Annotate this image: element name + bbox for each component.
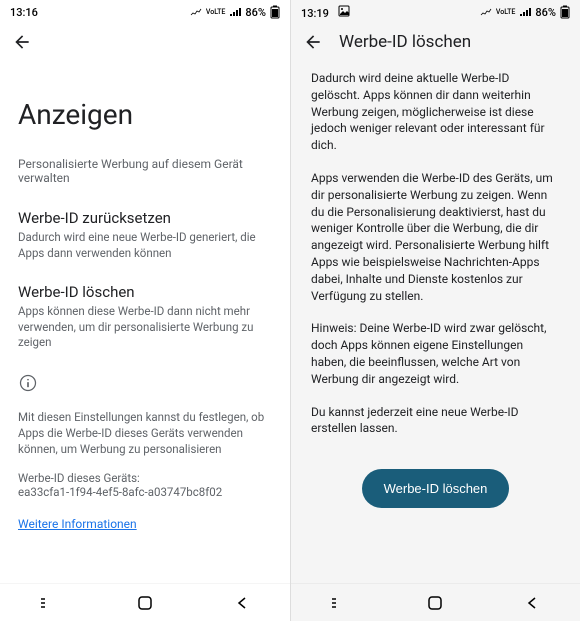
page-content: Dadurch wird deine aktuelle Werbe-ID gel… <box>291 60 580 583</box>
device-id-value: ea33cfa1-1f94-4ef5-8afc-a03747bc8f02 <box>18 485 272 499</box>
page-title: Anzeigen <box>18 98 272 131</box>
nav-back-button[interactable] <box>520 591 544 615</box>
nav-home-button[interactable] <box>133 591 157 615</box>
delete-ad-id-button[interactable]: Werbe-ID löschen <box>362 469 510 508</box>
signal-icon <box>519 7 531 17</box>
more-info-link[interactable]: Weitere Informationen <box>18 517 137 531</box>
navbar <box>291 583 580 621</box>
nav-back-button[interactable] <box>230 591 254 615</box>
paragraph: Hinweis: Deine Werbe-ID wird zwar gelösc… <box>311 320 560 387</box>
battery-icon <box>270 5 280 19</box>
back-arrow-icon[interactable] <box>303 32 323 52</box>
info-icon <box>18 373 272 397</box>
footer-info-text: Mit diesen Einstellungen kannst du festl… <box>18 409 272 457</box>
appbar <box>0 24 290 60</box>
statusbar-left: 13:19 <box>301 5 350 20</box>
volte-icon <box>480 7 492 17</box>
volte-label: VoLTE <box>206 9 225 16</box>
page-content: Anzeigen Personalisierte Werbung auf die… <box>0 60 290 583</box>
battery-pct: 86% <box>535 6 556 19</box>
paragraph: Apps verwenden die Werbe-ID des Geräts, … <box>311 170 560 304</box>
statusbar-time: 13:19 <box>301 7 329 20</box>
signal-icon <box>229 7 241 17</box>
page-subhead: Personalisierte Werbung auf diesem Gerät… <box>18 157 272 185</box>
reset-ad-id-item[interactable]: Werbe-ID zurücksetzen Dadurch wird eine … <box>18 209 272 261</box>
statusbar: 13:16 VoLTE 86% <box>0 0 290 24</box>
delete-ad-id-item[interactable]: Werbe-ID löschen Apps können diese Werbe… <box>18 283 272 351</box>
battery-icon <box>560 5 570 19</box>
left-screen: 13:16 VoLTE 86% Anzeigen Personalisierte… <box>0 0 290 621</box>
right-screen: 13:19 VoLTE 86% Werbe-ID löschen Dadurch… <box>290 0 580 621</box>
delete-ad-id-desc: Apps können diese Werbe-ID dann nicht me… <box>18 304 272 351</box>
device-id-label: Werbe-ID dieses Geräts: <box>18 471 272 485</box>
nav-recents-button[interactable] <box>327 591 351 615</box>
delete-ad-id-title: Werbe-ID löschen <box>18 283 272 301</box>
image-icon <box>338 5 350 17</box>
statusbar: 13:19 VoLTE 86% <box>291 0 580 24</box>
nav-home-button[interactable] <box>423 591 447 615</box>
battery-pct: 86% <box>245 6 266 19</box>
paragraph: Dadurch wird deine aktuelle Werbe-ID gel… <box>311 70 560 154</box>
reset-ad-id-title: Werbe-ID zurücksetzen <box>18 209 272 227</box>
volte-icon <box>190 7 202 17</box>
statusbar-right: VoLTE 86% <box>190 5 280 19</box>
paragraph: Du kannst jederzeit eine neue Werbe-ID e… <box>311 404 560 438</box>
volte-label: VoLTE <box>496 9 515 16</box>
navbar <box>0 583 290 621</box>
back-arrow-icon[interactable] <box>12 32 32 52</box>
nav-recents-button[interactable] <box>36 591 60 615</box>
appbar: Werbe-ID löschen <box>291 24 580 60</box>
statusbar-right: VoLTE 86% <box>480 5 570 19</box>
statusbar-time: 13:16 <box>10 6 38 19</box>
reset-ad-id-desc: Dadurch wird eine neue Werbe-ID generier… <box>18 230 272 261</box>
appbar-title: Werbe-ID löschen <box>339 32 471 52</box>
